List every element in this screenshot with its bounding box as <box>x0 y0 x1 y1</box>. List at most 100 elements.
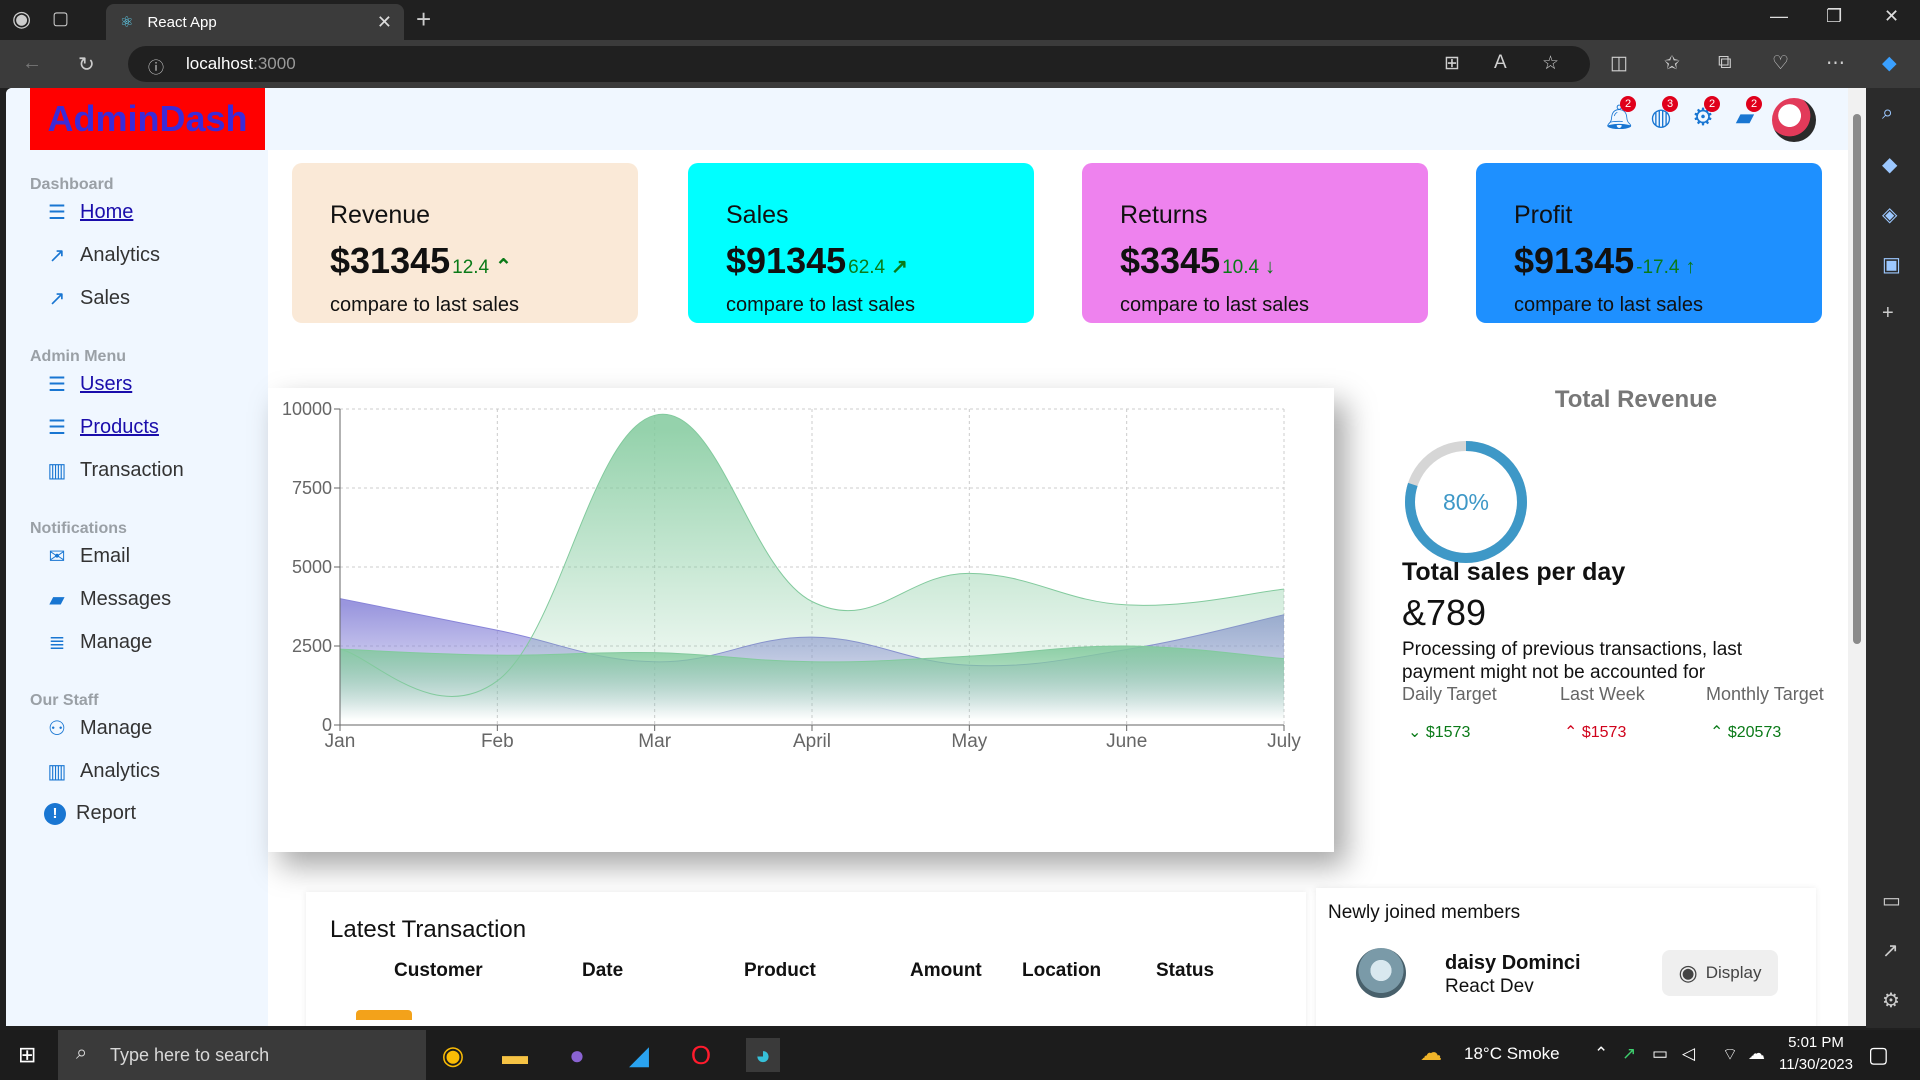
sidebar-item-users[interactable]: ☰ Users <box>44 372 132 396</box>
chat-bubble-icon[interactable]: ▰ 2 <box>1730 96 1762 132</box>
windows-start-icon[interactable]: ⊞ <box>18 1042 36 1068</box>
sidebar-section-title: Dashboard <box>30 176 114 193</box>
sidebar-item-analytics[interactable]: ▥ Analytics <box>44 759 160 783</box>
taskbar-search-input[interactable]: ⌕ Type here to search <box>58 1030 426 1080</box>
close-tab-icon[interactable]: ✕ <box>377 12 392 33</box>
tab-title: React App <box>147 13 217 31</box>
sidebar-item-analytics[interactable]: ↗ Analytics <box>44 243 160 267</box>
tab-actions-icon[interactable]: ▢ <box>52 8 69 29</box>
page-scrollbar[interactable] <box>1848 88 1866 1026</box>
language-globe-icon[interactable]: ◍ 3 <box>1646 96 1678 132</box>
column-header[interactable]: Product <box>744 960 816 982</box>
sidebar-section-title: Our Staff <box>30 692 99 709</box>
volume-icon[interactable]: ◁ <box>1682 1044 1695 1064</box>
profile-icon[interactable]: ◉ <box>12 6 31 32</box>
chevron-down-icon: ⌄ <box>1408 724 1426 741</box>
column-header[interactable]: Date <box>582 960 623 982</box>
column-header[interactable]: Status <box>1156 960 1214 982</box>
refresh-icon[interactable]: ↻ <box>78 52 95 77</box>
apps-icon[interactable]: ⊞ <box>1444 52 1460 75</box>
app-logo[interactable]: AdminDash <box>30 88 265 150</box>
external-link-icon[interactable]: ↗ <box>1882 938 1899 963</box>
search-icon[interactable]: ⌕ <box>1882 102 1893 125</box>
total-revenue-title: Total Revenue <box>1554 386 1718 413</box>
sidebar-item-label: Products <box>80 415 159 438</box>
tray-chevron-icon[interactable]: ⌃ <box>1594 1044 1608 1064</box>
favorite-star-icon[interactable]: ☆ <box>1542 52 1559 75</box>
tray-chart-icon[interactable]: ↗ <box>1622 1044 1636 1064</box>
clock-time[interactable]: 5:01 PM <box>1780 1034 1852 1051</box>
card-percent: -17.4 <box>1636 257 1680 278</box>
column-header[interactable]: Location <box>1022 960 1101 982</box>
table-icon: ☰ <box>48 373 66 396</box>
sidebar-item-report[interactable]: ! Report <box>44 802 136 825</box>
shopping-icon[interactable]: ◆ <box>1882 152 1897 177</box>
user-avatar[interactable] <box>1772 98 1816 142</box>
chat-icon: ▰ <box>49 588 65 611</box>
area-chart[interactable]: 025005000750010000Jan Feb Mar April May June J… <box>268 388 1334 852</box>
notification-bell-icon[interactable]: 🔔︎ 2 <box>1604 96 1636 132</box>
sidebar-item-products[interactable]: ☰ Products <box>44 415 159 439</box>
restore-icon[interactable]: ❐ <box>1826 6 1842 27</box>
sidebar-item-label: Messages <box>80 587 172 610</box>
edge-icon[interactable]: ◕ <box>746 1038 780 1072</box>
sidebar-item-manage[interactable]: ⚇ Manage <box>44 716 152 740</box>
opera-icon[interactable]: O <box>684 1038 718 1072</box>
battery-icon[interactable]: ▭ <box>1652 1044 1668 1064</box>
sidebar-item-transaction[interactable]: ▥ Transaction <box>44 458 184 482</box>
add-icon[interactable]: + <box>1882 302 1894 325</box>
url-port: :3000 <box>253 54 296 73</box>
info-icon[interactable]: ⓘ <box>148 54 164 78</box>
clock-date[interactable]: 11/30/2023 <box>1772 1056 1860 1073</box>
latest-transaction-panel: Latest Transaction Customer Date Product… <box>306 892 1306 1026</box>
area-chart-panel: 0 2500 5000 7500 10000 Jan Feb Mar April May June J… <box>268 388 1334 852</box>
wifi-icon[interactable]: ⌔ <box>1722 1044 1738 1065</box>
column-header[interactable]: Amount <box>910 960 982 982</box>
edge-sidebar: ⌕ ◆ ◈ ▣ + ▭ ↗ ⚙ <box>1866 88 1920 1028</box>
settings-icon[interactable]: ⚙ <box>1882 988 1900 1013</box>
close-window-icon[interactable]: ✕ <box>1884 6 1899 27</box>
split-screen-icon[interactable]: ◫ <box>1610 52 1628 75</box>
health-icon[interactable]: ♡ <box>1772 52 1789 75</box>
back-icon[interactable]: ← <box>22 52 42 75</box>
scroll-thumb[interactable] <box>1853 114 1861 644</box>
sidebar-toggle-icon[interactable]: ▭ <box>1882 888 1901 913</box>
weather-text[interactable]: 18°C Smoke <box>1464 1044 1560 1064</box>
sidebar-item-home[interactable]: ☰ Home <box>44 200 133 224</box>
search-placeholder: Type here to search <box>110 1044 270 1065</box>
file-explorer-icon[interactable]: ▬ <box>498 1038 532 1072</box>
weather-icon[interactable]: ☁ <box>1420 1040 1442 1066</box>
github-icon[interactable]: ● <box>560 1038 594 1072</box>
minimize-icon[interactable]: — <box>1770 6 1788 27</box>
x-tick-label: Mar <box>638 731 671 752</box>
arrow-down-icon: ↓ <box>1265 256 1276 278</box>
browser-tab[interactable]: ⚛ React App ✕ <box>106 4 404 40</box>
chrome-icon[interactable]: ◉ <box>436 1038 470 1072</box>
sidebar-item-email[interactable]: ✉ Email <box>44 544 130 568</box>
more-icon[interactable]: ⋯ <box>1826 52 1845 75</box>
outlook-icon[interactable]: ▣ <box>1882 252 1901 277</box>
new-tab-icon[interactable]: + <box>416 4 431 35</box>
sidebar-item-sales[interactable]: ↗ Sales <box>44 286 130 310</box>
sidebar-item-messages[interactable]: ▰ Messages <box>44 587 171 611</box>
collections-icon[interactable]: ⧉ <box>1718 52 1732 74</box>
trending-up-icon: ↗ <box>891 256 908 278</box>
read-aloud-icon[interactable]: A <box>1494 52 1507 74</box>
sidebar-item-manage[interactable]: ≣ Manage <box>44 630 153 654</box>
new-members-panel: Newly joined members daisy Dominci React… <box>1316 888 1816 1026</box>
total-sales-heading: Total sales per day <box>1402 558 1626 586</box>
eye-icon: ◉ <box>1678 960 1698 985</box>
favorites-icon[interactable]: ✩ <box>1664 52 1680 75</box>
display-button[interactable]: ◉ Display <box>1662 950 1778 996</box>
card-subtitle: compare to last sales <box>726 294 915 316</box>
url-input[interactable]: ⓘ localhost:3000 <box>128 46 1590 82</box>
vscode-icon[interactable]: ◢ <box>622 1038 656 1072</box>
settings-gear-icon[interactable]: ⚙ 2 <box>1688 96 1720 132</box>
sidebar-item-label: Users <box>80 372 133 395</box>
notification-center-icon[interactable]: ▢ <box>1868 1042 1889 1068</box>
network-icon[interactable]: ☁ <box>1748 1044 1765 1064</box>
copilot-icon[interactable]: ◆ <box>1882 52 1897 75</box>
copilot-sidebar-icon[interactable]: ◈ <box>1882 202 1897 227</box>
column-header[interactable]: Customer <box>394 960 483 982</box>
card-value: $31345 <box>330 240 451 281</box>
